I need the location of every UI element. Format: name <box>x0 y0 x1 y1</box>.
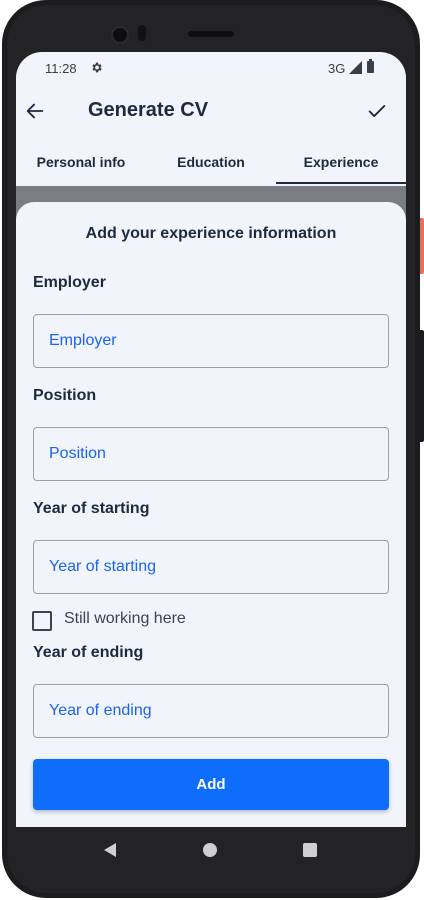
volume-button[interactable] <box>420 330 424 442</box>
power-button[interactable] <box>420 218 424 274</box>
tab-experience[interactable]: Experience <box>276 144 406 184</box>
position-label: Position <box>33 387 97 404</box>
year-of-ending-input[interactable] <box>33 684 389 738</box>
year-of-ending-label: Year of ending <box>33 644 144 661</box>
year-of-starting-input[interactable] <box>33 540 389 594</box>
proximity-sensor <box>138 25 146 41</box>
employer-input[interactable] <box>33 314 389 368</box>
experience-form-sheet: Add your experience information Employer… <box>16 202 406 827</box>
still-working-checkbox[interactable] <box>32 611 52 631</box>
nav-back-icon[interactable] <box>102 842 118 858</box>
employer-label: Employer <box>33 274 106 291</box>
status-bar: 11:28 3G <box>16 52 406 86</box>
gear-icon <box>92 62 102 73</box>
back-arrow-icon[interactable] <box>24 100 46 122</box>
year-of-starting-label: Year of starting <box>33 500 150 517</box>
earpiece-speaker <box>188 31 234 37</box>
nav-recents-icon[interactable] <box>303 843 317 857</box>
screen: 11:28 3G Generate CV Personal info Educa… <box>16 52 406 827</box>
form-heading: Add your experience information <box>85 225 337 242</box>
check-icon[interactable] <box>366 100 388 122</box>
app-bar: Generate CV <box>16 86 406 138</box>
signal-icon <box>349 61 362 74</box>
tab-personal-info[interactable]: Personal info <box>16 144 146 184</box>
system-nav-bar <box>16 827 406 873</box>
add-button[interactable]: Add <box>33 759 389 810</box>
tab-education[interactable]: Education <box>146 144 276 184</box>
battery-icon <box>367 59 374 73</box>
page-title: Generate CV <box>88 99 209 121</box>
status-time: 11:28 <box>45 61 77 76</box>
front-camera <box>111 26 129 44</box>
tab-indicator <box>276 182 406 184</box>
nav-home-icon[interactable] <box>203 843 217 857</box>
tab-bar: Personal info Education Experience <box>16 144 406 186</box>
position-input[interactable] <box>33 427 389 481</box>
network-type: 3G <box>328 61 346 76</box>
still-working-label[interactable]: Still working here <box>64 610 186 628</box>
